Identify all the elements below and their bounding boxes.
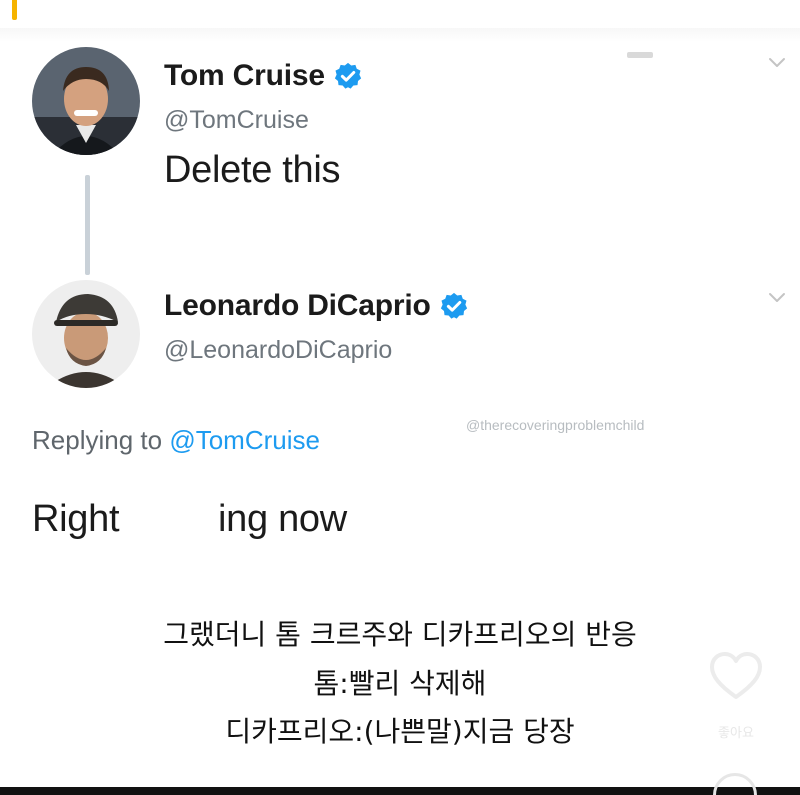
bottom-bar <box>0 787 800 795</box>
caption-line-3: 디카프리오:(나쁜말)지금 당장 <box>225 715 575 748</box>
tweet-1-text: Delete this <box>164 149 341 191</box>
like-label: 좋아요 <box>718 726 754 741</box>
like-button[interactable] <box>705 645 767 707</box>
tweet-1-handle[interactable]: @TomCruise <box>164 106 309 135</box>
tweet-2-text-end: ing now <box>218 498 347 540</box>
chevron-down-icon[interactable] <box>767 291 787 305</box>
tweet-menu-handle <box>627 52 653 58</box>
censor-blur <box>138 500 218 548</box>
tweet-2-text-start: Right <box>32 498 120 540</box>
tweet-1-author: Tom Cruise <box>164 59 363 93</box>
watermark: @therecoveringproblemchild <box>466 417 645 433</box>
leonardo-dicaprio-avatar[interactable] <box>32 280 140 388</box>
replying-to-prefix: Replying to <box>32 425 163 455</box>
verified-badge-icon <box>333 61 363 91</box>
replying-to-line: Replying to @TomCruise <box>32 425 320 456</box>
thread-connector-line <box>85 175 90 275</box>
top-accent-bar <box>12 0 17 20</box>
heart-icon <box>710 652 762 699</box>
replying-to-link[interactable]: @TomCruise <box>169 425 320 455</box>
scroll-top-button[interactable] <box>713 773 757 795</box>
tweet-2-author-name[interactable]: Leonardo DiCaprio <box>164 289 431 323</box>
chevron-down-icon[interactable] <box>767 56 787 70</box>
tweet-2-author: Leonardo DiCaprio <box>164 289 469 323</box>
caption-line-2: 톰:빨리 삭제해 <box>313 667 487 700</box>
caption-line-1: 그랬더니 톰 크르주와 디카프리오의 반응 <box>163 618 637 651</box>
tom-cruise-avatar[interactable] <box>32 47 140 155</box>
tweet-1-author-name[interactable]: Tom Cruise <box>164 59 325 93</box>
tweet-2-handle[interactable]: @LeonardoDiCaprio <box>164 336 392 365</box>
top-divider <box>0 28 800 42</box>
verified-badge-icon <box>439 291 469 321</box>
